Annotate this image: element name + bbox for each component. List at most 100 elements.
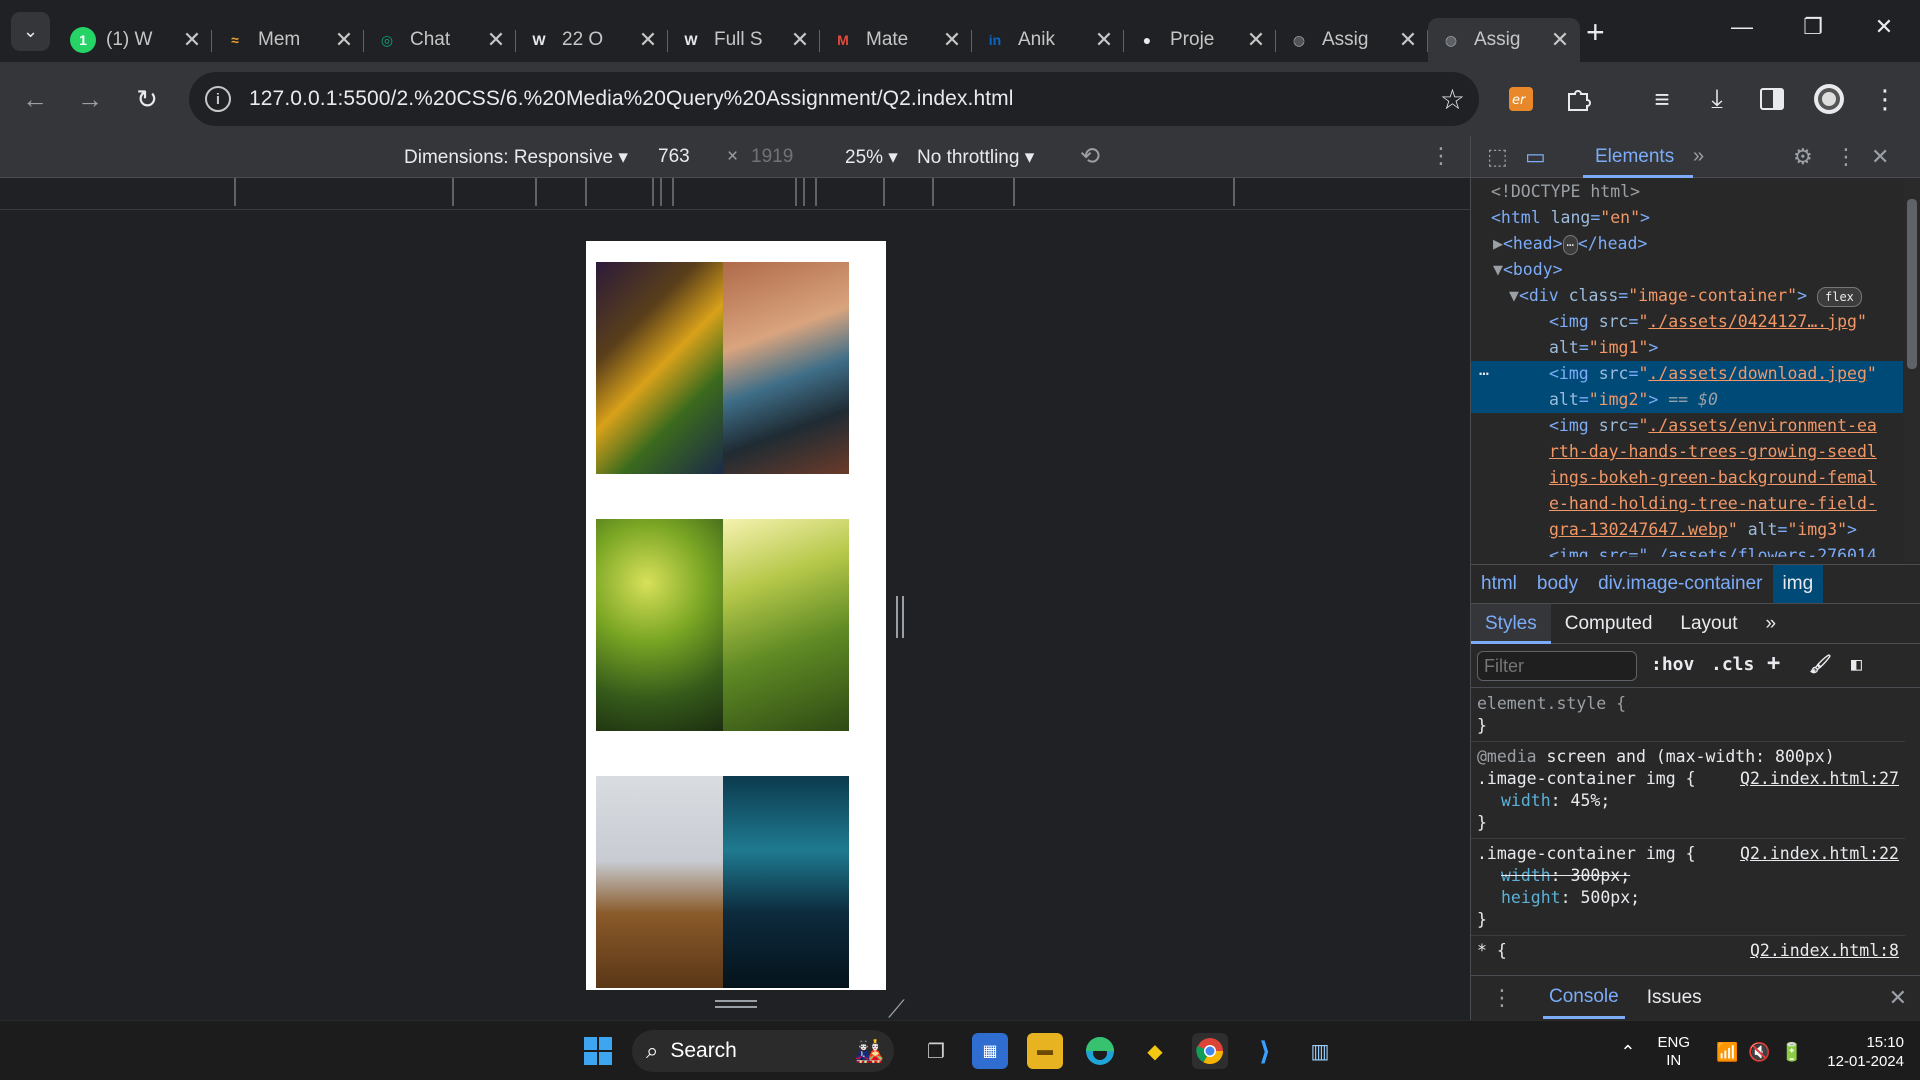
device-toggle-icon[interactable]: ▭ [1525,144,1546,170]
download-icon[interactable]: ⤓ [1700,82,1734,116]
dom-html[interactable]: <html lang="en"> [1471,205,1903,231]
breadcrumb-item[interactable]: div.image-container [1588,573,1772,595]
paintbrush-icon[interactable]: 🖌 [1809,654,1832,675]
extensions-puzzle-icon[interactable] [1561,82,1595,116]
dimensions-dropdown[interactable]: Dimensions: Responsive ▾ [404,146,628,169]
styles-pane[interactable]: element.style { } @media screen and (max… [1471,689,1905,971]
dom-img3-cont-4[interactable]: gra-130247647.webp" alt="img3"> [1471,517,1903,543]
tab-console[interactable]: Console [1543,978,1625,1019]
hov-toggle[interactable]: :hov [1651,654,1694,675]
dom-head[interactable]: ▶<head> ⋯ </head> [1471,231,1903,257]
vscode-icon[interactable]: ⟩ [1247,1033,1283,1069]
tab-styles[interactable]: Styles [1471,603,1551,644]
dom-img1[interactable]: <img src="./assets/0424127….jpg" [1471,309,1903,335]
file-explorer-icon[interactable]: ▬ [1027,1033,1063,1069]
bookmark-star-icon[interactable]: ☆ [1440,83,1465,116]
sticky-notes-icon[interactable]: ◆ [1137,1033,1173,1069]
url-text[interactable]: 127.0.0.1:5500/2.%20CSS/6.%20Media%20Que… [249,87,1014,111]
tab-close-icon[interactable]: ✕ [1550,27,1570,53]
close-window-button[interactable]: ✕ [1864,14,1904,40]
tab-close-icon[interactable]: ✕ [1246,27,1266,53]
dom-doctype[interactable]: <!DOCTYPE html> [1471,179,1903,205]
microsoft-store-icon[interactable]: ▦ [972,1033,1008,1069]
device-toolbar-more-icon[interactable]: ⋮ [1430,143,1452,169]
site-info-icon[interactable]: i [205,86,231,112]
tab-close-icon[interactable]: ✕ [638,27,658,53]
rule-universal[interactable]: * {Q2.index.html:8 [1471,936,1905,966]
edge-browser-icon[interactable] [1082,1033,1118,1069]
profile-avatar[interactable] [1812,82,1846,116]
tab-7[interactable]: ● Proje ✕ [1124,18,1276,62]
breadcrumb-item[interactable]: html [1471,573,1527,595]
more-styles-tabs-icon[interactable]: » [1751,613,1790,635]
breadcrumb-item[interactable]: img [1772,565,1824,603]
close-devtools-icon[interactable]: ✕ [1871,144,1889,170]
dom-img4-partial[interactable]: <img src="./assets/flowers-276014 [1471,543,1903,557]
zoom-dropdown[interactable]: 25% ▾ [845,146,898,169]
breadcrumb-item[interactable]: body [1527,573,1588,595]
reload-icon[interactable]: ↻ [130,82,164,116]
dom-img1-alt[interactable]: alt="img1"> [1471,335,1903,361]
tab-search-button[interactable]: ⌄ [11,12,50,51]
tab-5[interactable]: M Mate ✕ [820,18,972,62]
dom-img2-selected[interactable]: ⋯ <img src="./assets/download.jpeg" [1471,361,1903,387]
close-drawer-icon[interactable]: ✕ [1889,985,1907,1011]
dom-img3-cont-3[interactable]: e-hand-holding-tree-nature-field- [1471,491,1903,517]
tab-computed[interactable]: Computed [1551,613,1667,635]
task-view-icon[interactable]: ❐ [918,1033,954,1069]
dom-tree-scrollbar[interactable] [1904,179,1920,562]
height-input[interactable]: 1919 [751,146,793,168]
width-input[interactable]: 763 [658,146,690,168]
side-panel-icon[interactable] [1755,82,1789,116]
rule-image-size[interactable]: .image-container img {Q2.index.html:22 w… [1471,839,1905,936]
task-manager-icon[interactable]: ▥ [1302,1033,1338,1069]
tab-close-icon[interactable]: ✕ [942,27,962,53]
tab-close-icon[interactable]: ✕ [334,27,354,53]
toggle-sidebar-icon[interactable]: ◧ [1851,654,1862,675]
new-rule-icon[interactable]: + [1767,651,1780,676]
new-tab-button[interactable]: + [1586,14,1605,51]
rule-source-link[interactable]: Q2.index.html:8 [1750,940,1899,962]
dom-img3-cont-1[interactable]: rth-day-hands-trees-growing-seedl [1471,439,1903,465]
media-controls-icon[interactable]: ≡ [1645,82,1679,116]
dom-img2-alt[interactable]: alt="img2"> == $0 [1471,387,1903,413]
tab-4[interactable]: W Full S ✕ [668,18,820,62]
rule-element-style[interactable]: element.style { } [1471,689,1905,742]
rule-source-link[interactable]: Q2.index.html:27 [1740,768,1899,790]
inspect-element-icon[interactable]: ⬚ [1487,144,1508,170]
tab-0[interactable]: 1 (1) W ✕ [60,18,212,62]
taskbar-search[interactable]: ⌕ Search 🎎 [632,1030,894,1072]
dom-img3[interactable]: <img src="./assets/environment-ea [1471,413,1903,439]
devtools-menu-icon[interactable]: ⋮ [1835,144,1857,170]
restore-button[interactable]: ❐ [1793,14,1833,40]
media-query-ruler[interactable] [0,178,1470,210]
styles-filter-input[interactable] [1477,651,1637,681]
tab-close-icon[interactable]: ✕ [790,27,810,53]
dom-tree[interactable]: <!DOCTYPE html> <html lang="en"> ▶<head>… [1471,179,1903,562]
tab-6[interactable]: in Anik ✕ [972,18,1124,62]
dom-img3-cont-2[interactable]: ings-bokeh-green-background-femal [1471,465,1903,491]
tab-issues[interactable]: Issues [1647,987,1702,1009]
drawer-menu-icon[interactable]: ⋮ [1491,985,1513,1011]
language-indicator[interactable]: ENG IN [1657,1034,1690,1070]
wifi-icon[interactable]: 📶 [1716,1042,1738,1063]
cls-toggle[interactable]: .cls [1711,654,1754,675]
flex-badge[interactable]: flex [1817,287,1862,307]
menu-kebab-icon[interactable]: ⋮ [1868,82,1902,116]
back-icon[interactable]: ← [18,82,52,116]
dom-body[interactable]: ▼<body> [1471,257,1903,283]
tab-close-icon[interactable]: ✕ [1398,27,1418,53]
battery-icon[interactable]: 🔋 [1781,1042,1803,1063]
clock[interactable]: 15:10 12-01-2024 [1827,1033,1904,1071]
address-bar[interactable]: i 127.0.0.1:5500/2.%20CSS/6.%20Media%20Q… [189,72,1479,126]
tab-3[interactable]: W 22 O ✕ [516,18,668,62]
chrome-icon[interactable] [1192,1033,1228,1069]
tab-9[interactable]: ◍ Assig ✕ [1428,18,1580,62]
windows-start-icon[interactable] [580,1033,616,1069]
settings-gear-icon[interactable]: ⚙ [1793,144,1813,170]
resize-handle-bottom[interactable] [715,1000,757,1008]
tray-overflow-icon[interactable]: ⌃ [1620,1042,1635,1063]
more-tabs-icon[interactable]: » [1693,145,1704,168]
tab-elements[interactable]: Elements [1595,146,1674,168]
rule-source-link[interactable]: Q2.index.html:22 [1740,843,1899,865]
